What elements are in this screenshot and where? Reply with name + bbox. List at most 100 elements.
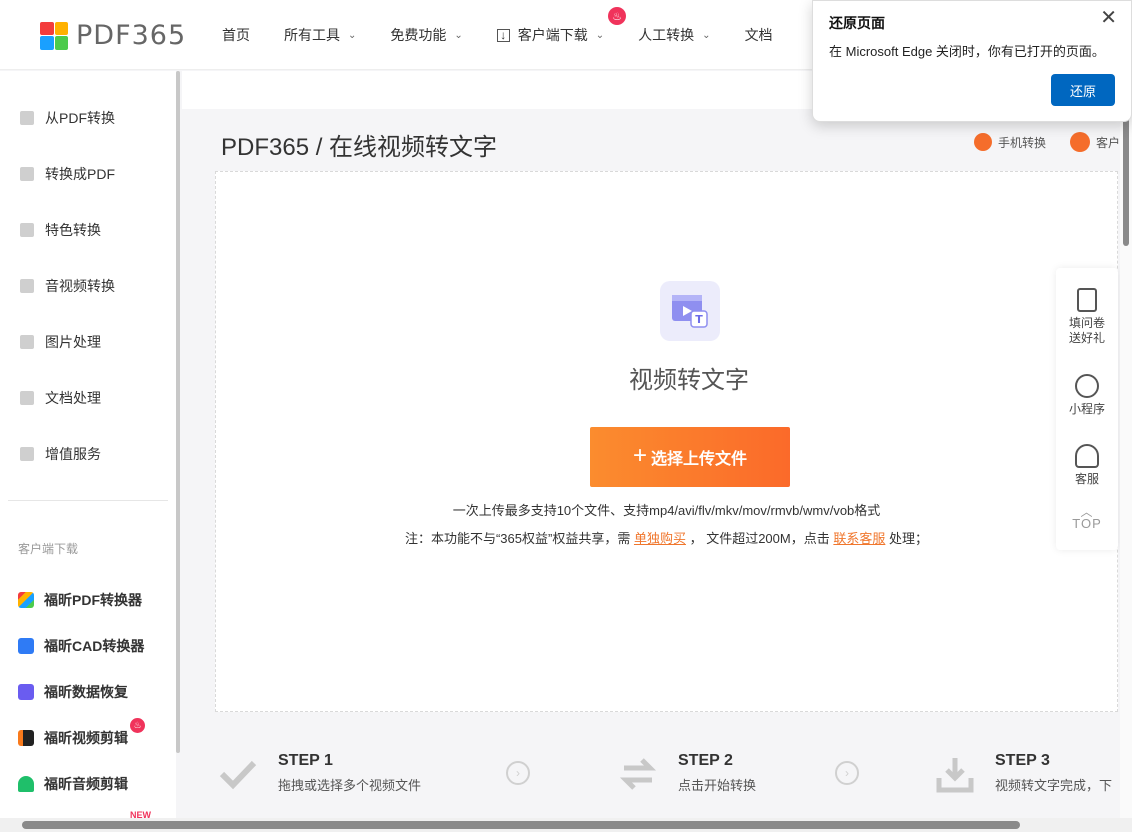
survey-icon — [1077, 288, 1097, 312]
nav-free-features-label: 免费功能 — [390, 27, 447, 43]
breadcrumb: PDF365 / 在线视频转文字 — [221, 134, 498, 161]
step-3: STEP 3 视频转文字完成，下 — [935, 752, 1112, 794]
popup-title: 还原页面 — [829, 15, 885, 31]
header-links: 手机转换 客户 — [974, 132, 1120, 152]
step-title: STEP 2 — [678, 752, 733, 769]
sidebar-item-label: 音视频转换 — [45, 278, 115, 294]
step-2: STEP 2 点击开始转换 — [618, 752, 756, 794]
service-label: 客服 — [1074, 472, 1099, 486]
sidebar-item-label: 图片处理 — [45, 334, 101, 350]
floating-toolbar: 填问卷送好礼 小程序 客服 ︿ TOP — [1056, 268, 1118, 550]
miniapp-icon — [1075, 374, 1099, 398]
headset-icon — [1075, 444, 1099, 468]
chevron-down-icon: ⌄ — [595, 29, 605, 41]
sidebar-item-document[interactable]: 文档处理 — [20, 388, 101, 408]
sidebar-item-to-pdf[interactable]: 转换成PDF — [20, 164, 115, 184]
convert-icon — [20, 167, 34, 181]
usage-note: 注：本功能不与“365权益”权益共享，需 单独购买 ， 文件超过200M，点击 … — [215, 528, 1118, 547]
image-icon — [20, 335, 34, 349]
video-text-icon: T — [660, 281, 720, 341]
app-label: 福昕PDF转换器 — [44, 592, 142, 608]
nav-documents-label: 文档 — [744, 27, 773, 43]
upload-title: 视频转文字 — [629, 367, 749, 394]
nav-all-tools[interactable]: 所有工具 ⌄ — [284, 25, 356, 45]
step-desc: 点击开始转换 — [678, 778, 757, 793]
download-icon: ↓ — [496, 28, 510, 42]
client-icon — [1070, 132, 1091, 152]
mobile-convert-link[interactable]: 手机转换 — [998, 134, 1046, 151]
note-middle: ， 文件超过200M，点击 — [689, 531, 830, 546]
sidebar-item-label: 从PDF转换 — [45, 110, 115, 126]
sidebar-item-av[interactable]: 音视频转换 — [20, 276, 115, 296]
step-desc: 拖拽或选择多个视频文件 — [278, 778, 422, 793]
sidebar-item-image[interactable]: 图片处理 — [20, 332, 101, 352]
sidebar-item-label: 转换成PDF — [45, 166, 115, 182]
sidebar-item-special[interactable]: 特色转换 — [20, 220, 101, 240]
miniapp-button[interactable]: 小程序 — [1056, 374, 1118, 417]
nav-home-label: 首页 — [222, 27, 250, 43]
buy-separately-link[interactable]: 单独购买 — [634, 531, 686, 546]
fire-icon: ♨ — [608, 7, 627, 25]
popup-message: 在 Microsoft Edge 关闭时，你有已打开的页面。 — [829, 44, 1105, 59]
contact-service-link[interactable]: 联系客服 — [833, 531, 885, 546]
step-desc: 视频转文字完成，下 — [995, 778, 1113, 793]
checkmark-icon — [219, 760, 257, 790]
survey-button[interactable]: 填问卷送好礼 — [1056, 288, 1118, 346]
survey-label: 填问卷送好礼 — [1068, 316, 1105, 345]
sidebar-item-from-pdf[interactable]: 从PDF转换 — [20, 108, 115, 128]
nav-free-features[interactable]: 免费功能 ⌄ — [390, 25, 462, 45]
app-cad-converter[interactable]: 福昕CAD转换器 — [18, 636, 144, 656]
restore-pages-popup: 还原页面 ✕ 在 Microsoft Edge 关闭时，你有已打开的页面。 还原 — [812, 0, 1132, 122]
app-video-editor[interactable]: 福昕视频剪辑 ♨ — [18, 718, 145, 748]
note-suffix: 处理； — [889, 531, 929, 546]
nav-manual-convert[interactable]: ♨ 人工转换 ⌄ — [608, 7, 711, 45]
customer-service-button[interactable]: 客服 — [1056, 444, 1118, 487]
app-audio-editor[interactable]: 福昕音频剪辑 — [18, 774, 128, 794]
chevron-down-icon: ⌄ — [348, 29, 357, 41]
document-icon — [20, 391, 34, 405]
sidebar-item-value-added[interactable]: 增值服务 — [20, 444, 101, 464]
close-icon[interactable]: ✕ — [1100, 5, 1117, 30]
download-tray-icon — [936, 758, 974, 793]
plus-icon: + — [632, 442, 647, 469]
chevron-down-icon: ⌄ — [454, 29, 463, 41]
sidebar-item-label: 文档处理 — [45, 390, 101, 406]
chevron-up-icon: ︿ — [1080, 505, 1094, 519]
chevron-down-icon: ⌄ — [702, 29, 711, 41]
pdf-icon — [20, 111, 34, 125]
horizontal-scroll-thumb[interactable] — [22, 821, 1020, 829]
client-download-section-label: 客户端下载 — [18, 542, 79, 556]
logo-icon — [40, 21, 68, 50]
nav-all-tools-label: 所有工具 — [284, 27, 340, 43]
star-icon — [20, 223, 34, 237]
logo-text: PDF365 — [76, 20, 187, 51]
app-label: 福昕视频剪辑 — [44, 730, 128, 746]
nav-client-download-label: 客户端下载 — [517, 27, 588, 43]
sidebar-item-label: 特色转换 — [45, 222, 101, 238]
nav-documents[interactable]: 文档 — [745, 25, 773, 45]
swap-arrows-icon — [619, 758, 657, 790]
arrow-right-icon: › — [835, 761, 859, 785]
back-to-top-button[interactable]: ︿ TOP — [1056, 505, 1118, 531]
sidebar-scrollbar[interactable] — [176, 71, 180, 753]
main-nav: 首页 所有工具 ⌄ 免费功能 ⌄ ↓ 客户端下载 ⌄ ♨ 人工转换 ⌄ 文档 — [222, 0, 807, 70]
miniapp-label: 小程序 — [1068, 402, 1105, 416]
pdf-converter-icon — [18, 592, 34, 608]
svg-text:T: T — [695, 313, 703, 326]
vertical-scroll-thumb[interactable] — [1123, 118, 1129, 246]
app-label: 福昕CAD转换器 — [44, 638, 145, 654]
arrow-right-icon: › — [506, 761, 530, 785]
nav-home[interactable]: 首页 — [222, 25, 250, 45]
app-label: 福昕数据恢复 — [44, 684, 128, 700]
restore-button[interactable]: 还原 — [1051, 74, 1115, 106]
app-data-recovery[interactable]: 福昕数据恢复 — [18, 682, 128, 702]
cad-converter-icon — [18, 638, 34, 654]
app-label: 福昕音频剪辑 — [44, 776, 128, 792]
nav-client-download[interactable]: ↓ 客户端下载 ⌄ — [496, 25, 605, 45]
select-upload-file-button[interactable]: + 选择上传文件 — [590, 427, 790, 487]
app-pdf-converter[interactable]: 福昕PDF转换器 — [18, 590, 142, 610]
top-label: TOP — [1072, 516, 1102, 531]
list-icon — [20, 447, 34, 461]
pdf365-logo[interactable]: PDF365 — [40, 20, 186, 51]
client-link[interactable]: 客户 — [1096, 134, 1120, 151]
